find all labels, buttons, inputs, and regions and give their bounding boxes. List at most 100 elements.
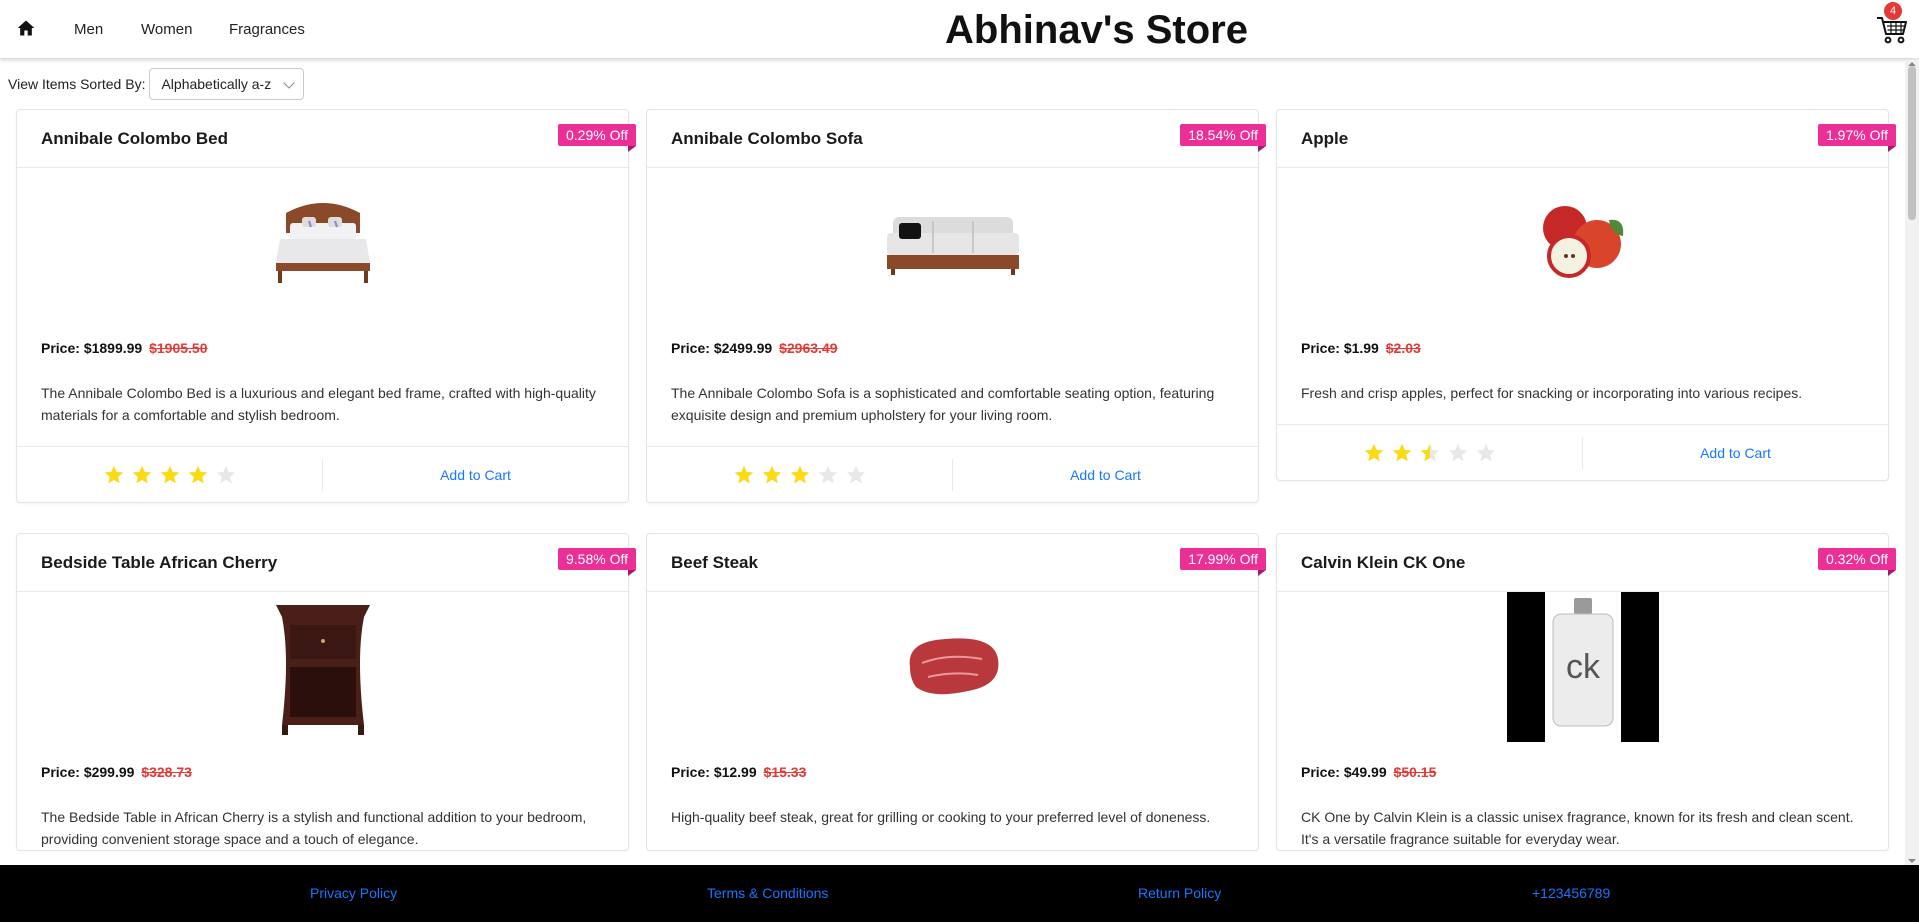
product-card: Annibale Colombo Sofa 18.54% Off Price: … xyxy=(646,109,1266,503)
product-title: Annibale Colombo Sofa xyxy=(671,128,863,148)
home-icon[interactable] xyxy=(16,18,36,38)
sort-row: View Items Sorted By: Alphabetically a-z xyxy=(8,68,305,100)
discount-ribbon: 0.32% Off xyxy=(1817,548,1897,576)
star-icon[interactable] xyxy=(159,464,181,486)
product-price: Price: $1899.99 $1905.50 xyxy=(41,340,604,356)
card-header: Calvin Klein CK One xyxy=(1277,534,1888,592)
apple-image xyxy=(1542,206,1623,278)
star-icon[interactable] xyxy=(1475,442,1497,464)
product-description: High-quality beef steak, great for grill… xyxy=(671,809,1211,825)
product-price: Price: $299.99 $328.73 xyxy=(41,764,604,780)
return-policy-link[interactable]: Return Policy xyxy=(1138,885,1221,901)
sort-selected-value: Alphabetically a-z xyxy=(161,76,272,92)
price-prefix: Price: xyxy=(671,340,714,356)
card-header: Apple xyxy=(1277,110,1888,168)
current-price: $1.99 xyxy=(1343,340,1379,356)
chevron-down-icon xyxy=(283,77,295,89)
product-card: Calvin Klein CK One 0.32% Off ck Price: … xyxy=(1276,533,1897,851)
nav-link-women[interactable]: Women xyxy=(141,21,192,38)
product-description: The Bedside Table in African Cherry is a… xyxy=(41,809,587,847)
card-header: Beef Steak xyxy=(647,534,1258,592)
scroll-down-arrow[interactable] xyxy=(1908,859,1916,863)
product-price: Price: $49.99 $50.15 xyxy=(1301,764,1864,780)
rating-stars[interactable] xyxy=(17,458,323,491)
rating-stars[interactable] xyxy=(1277,436,1583,469)
star-icon[interactable] xyxy=(817,464,839,486)
scroll-thumb[interactable] xyxy=(1908,66,1916,220)
page-scrollbar[interactable] xyxy=(1905,60,1919,865)
star-icon[interactable] xyxy=(1363,442,1385,464)
card-actions: Add to Cart xyxy=(647,446,1258,502)
product-image[interactable] xyxy=(17,592,628,742)
price-prefix: Price: xyxy=(41,764,84,780)
terms-conditions-link[interactable]: Terms & Conditions xyxy=(707,885,828,901)
product-image[interactable] xyxy=(1277,168,1888,318)
current-price: $299.99 xyxy=(83,764,135,780)
star-icon[interactable] xyxy=(761,464,783,486)
old-price: $15.33 xyxy=(763,764,807,780)
old-price: $328.73 xyxy=(141,764,192,780)
sofa-image xyxy=(886,217,1019,275)
card-actions: Add to Cart xyxy=(17,446,628,502)
product-title: Beef Steak xyxy=(671,552,758,572)
star-icon[interactable] xyxy=(1447,442,1469,464)
card-actions: Add to Cart xyxy=(1277,424,1888,480)
star-icon[interactable] xyxy=(1419,442,1441,464)
product-price: Price: $1.99 $2.03 xyxy=(1301,340,1864,356)
product-card: Annibale Colombo Bed 0.29% Off Price: $1… xyxy=(16,109,637,503)
sort-label: View Items Sorted By: xyxy=(8,76,146,92)
discount-ribbon: 1.97% Off xyxy=(1817,124,1897,152)
card-header: Annibale Colombo Bed xyxy=(17,110,628,168)
star-icon[interactable] xyxy=(215,464,237,486)
star-icon[interactable] xyxy=(131,464,153,486)
product-title: Annibale Colombo Bed xyxy=(41,128,228,148)
product-title: Apple xyxy=(1301,128,1349,148)
product-description: The Annibale Colombo Sofa is a sophistic… xyxy=(671,385,1215,423)
price-prefix: Price: xyxy=(1301,340,1344,356)
product-description: The Annibale Colombo Bed is a luxurious … xyxy=(41,385,596,423)
product-image[interactable]: ck xyxy=(1277,592,1888,742)
add-to-cart-button[interactable]: Add to Cart xyxy=(953,467,1258,483)
product-card: Beef Steak 17.99% Off Price: $12.99 $15.… xyxy=(646,533,1266,851)
star-icon[interactable] xyxy=(1391,442,1413,464)
footer: Privacy Policy Terms & Conditions Return… xyxy=(0,865,1919,922)
star-icon[interactable] xyxy=(733,464,755,486)
bed-image xyxy=(275,203,370,283)
nav-link-fragrances[interactable]: Fragrances xyxy=(229,21,305,38)
product-image[interactable] xyxy=(647,168,1258,318)
discount-ribbon: 18.54% Off xyxy=(1180,124,1266,152)
product-image[interactable] xyxy=(17,168,628,318)
sort-select[interactable]: Alphabetically a-z xyxy=(149,68,305,100)
rating-stars[interactable] xyxy=(647,458,953,491)
product-description: Fresh and crisp apples, perfect for snac… xyxy=(1301,385,1803,401)
star-icon[interactable] xyxy=(187,464,209,486)
star-icon[interactable] xyxy=(103,464,125,486)
bedside-table-image xyxy=(275,605,370,735)
beef-steak-image xyxy=(909,638,998,695)
add-to-cart-button[interactable]: Add to Cart xyxy=(1583,445,1888,461)
product-card: Apple 1.97% Off Price: $1.99 $2.03 Fresh… xyxy=(1276,109,1897,481)
current-price: $2499.99 xyxy=(713,340,773,356)
privacy-policy-link[interactable]: Privacy Policy xyxy=(310,885,397,901)
old-price: $1905.50 xyxy=(149,340,208,356)
price-prefix: Price: xyxy=(1301,764,1344,780)
top-navbar: Men Women Fragrances Abhinav's Store 4 xyxy=(0,0,1919,59)
current-price: $1899.99 xyxy=(83,340,143,356)
product-image[interactable] xyxy=(647,592,1258,742)
discount-ribbon: 9.58% Off xyxy=(557,548,637,576)
nav-link-men[interactable]: Men xyxy=(74,21,103,38)
old-price: $2963.49 xyxy=(779,340,838,356)
product-title: Bedside Table African Cherry xyxy=(41,552,278,572)
card-header: Annibale Colombo Sofa xyxy=(647,110,1258,168)
star-icon[interactable] xyxy=(845,464,867,486)
discount-ribbon: 17.99% Off xyxy=(1180,548,1266,576)
perfume-image: ck xyxy=(1506,592,1659,742)
current-price: $12.99 xyxy=(713,764,757,780)
add-to-cart-button[interactable]: Add to Cart xyxy=(323,467,628,483)
product-description: CK One by Calvin Klein is a classic unis… xyxy=(1301,809,1854,847)
price-prefix: Price: xyxy=(41,340,84,356)
phone-link[interactable]: +123456789 xyxy=(1532,885,1610,901)
star-icon[interactable] xyxy=(789,464,811,486)
card-header: Bedside Table African Cherry xyxy=(17,534,628,592)
discount-ribbon: 0.29% Off xyxy=(557,124,637,152)
